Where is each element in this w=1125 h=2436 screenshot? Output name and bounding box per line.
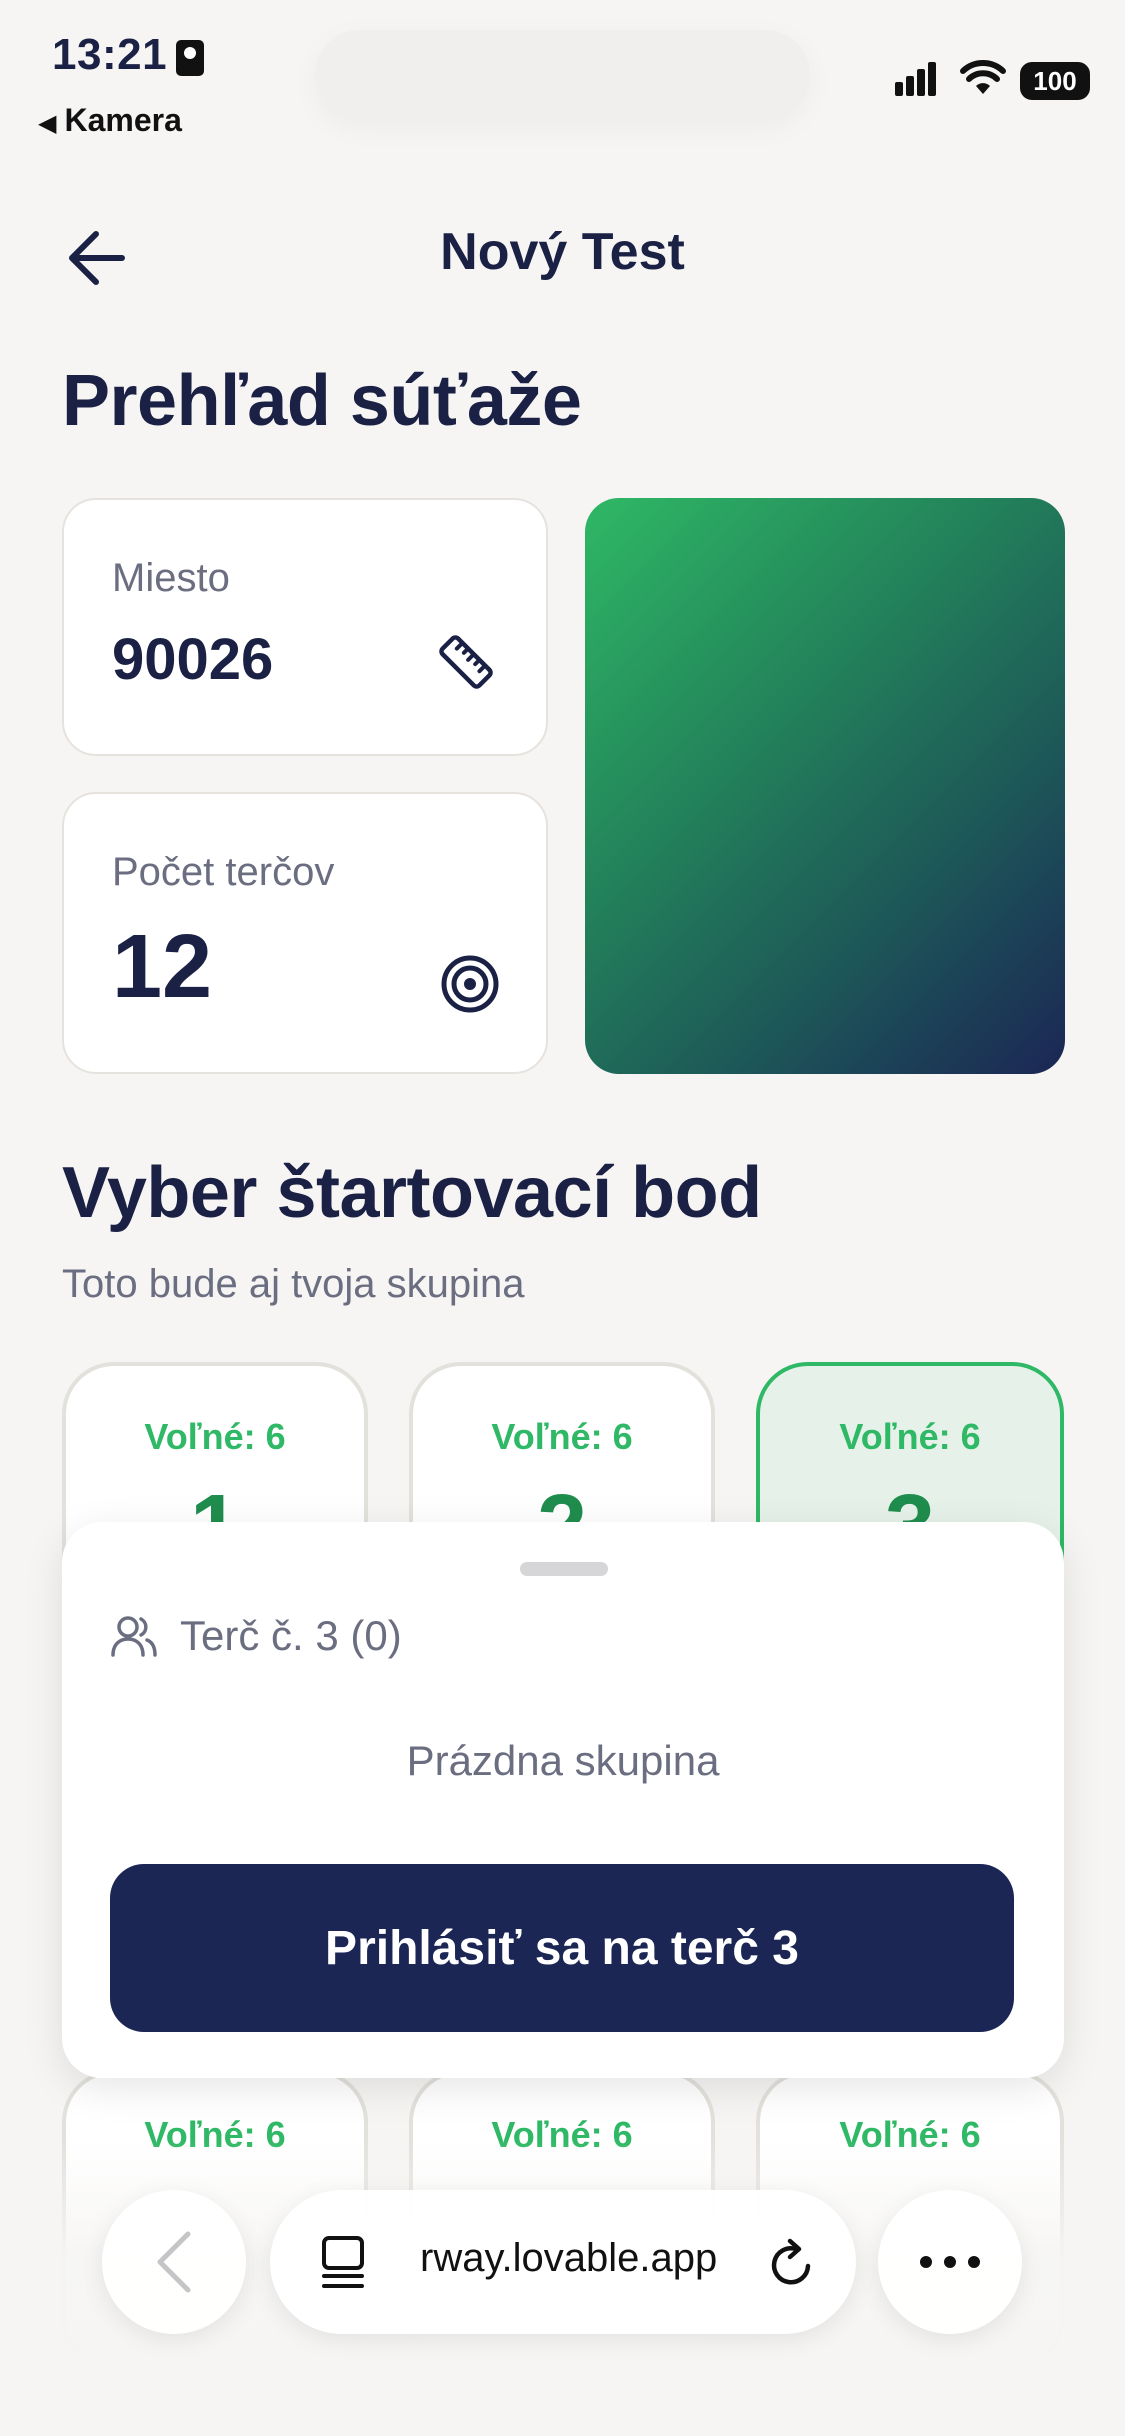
- back-to-app-link[interactable]: ◀ Kamera: [38, 102, 182, 139]
- competition-image: [585, 498, 1065, 1074]
- page-title: Nový Test: [440, 223, 685, 281]
- targets-count-value: 12: [112, 917, 213, 1017]
- status-time: 13:21: [52, 30, 168, 79]
- signal-icon: [895, 62, 945, 96]
- more-dots-icon: [920, 2256, 980, 2268]
- empty-group-text: Prázdna skupina: [406, 1737, 720, 1784]
- group-bottom-sheet: Terč č. 3 (0) Prázdna skupina Prihlásiť …: [62, 1522, 1064, 2078]
- place-value: 90026: [112, 627, 274, 692]
- wifi-icon: [960, 60, 1006, 94]
- tile-free-count: Voľné: 6: [144, 1416, 286, 1457]
- group-title: Terč č. 3 (0): [180, 1612, 402, 1659]
- targets-count-label: Počet terčov: [112, 850, 335, 894]
- reload-icon[interactable]: [766, 2236, 818, 2292]
- back-app-label: Kamera: [64, 102, 182, 138]
- targets-count-card: Počet terčov 12: [62, 792, 548, 1074]
- address-bar[interactable]: rway.lovable.app: [270, 2190, 856, 2334]
- start-point-heading: Vyber štartovací bod: [62, 1153, 762, 1233]
- tabs-overview-icon: [322, 2236, 364, 2288]
- tile-free-count: Voľné: 6: [491, 1416, 633, 1457]
- back-arrow-icon[interactable]: [62, 228, 126, 288]
- users-icon: [111, 1616, 157, 1657]
- chevron-left-icon: [157, 2231, 191, 2293]
- browser-back-button[interactable]: [102, 2190, 246, 2334]
- browser-more-button[interactable]: [878, 2190, 1022, 2334]
- sheet-drag-handle[interactable]: [520, 1562, 608, 1576]
- url-text: rway.lovable.app: [420, 2236, 718, 2280]
- dynamic-island: [315, 30, 810, 120]
- ruler-icon: [439, 635, 493, 689]
- place-label: Miesto: [112, 556, 230, 600]
- start-point-subheading: Toto bude aj tvoja skupina: [62, 1262, 525, 1306]
- place-card: Miesto 90026: [62, 498, 548, 756]
- target-icon: [441, 955, 499, 1013]
- join-target-button[interactable]: Prihlásiť sa na terč 3: [110, 1864, 1014, 2032]
- back-triangle-icon: ◀: [38, 110, 57, 137]
- tile-free-count: Voľné: 6: [839, 1416, 981, 1457]
- battery-indicator: 100: [1020, 62, 1090, 100]
- contact-badge-icon: [176, 40, 204, 76]
- overview-heading: Prehľad súťaže: [62, 361, 582, 441]
- group-header: Terč č. 3 (0): [110, 1612, 402, 1660]
